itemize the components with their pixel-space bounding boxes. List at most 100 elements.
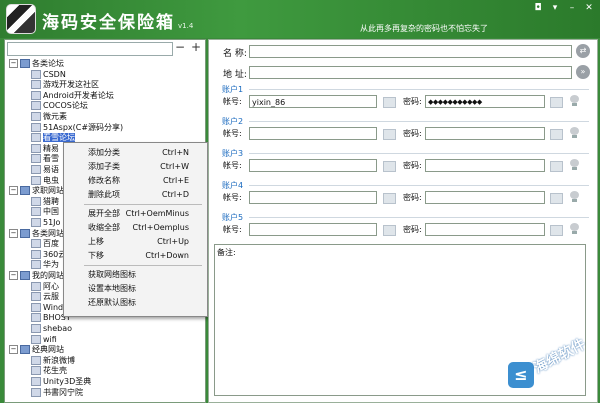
tree-item[interactable]: 云服 — [31, 291, 59, 302]
tree-item[interactable]: Wind — [31, 302, 63, 313]
tree-folder[interactable]: − 各类论坛 — [9, 58, 64, 69]
context-menu-item[interactable]: 获取网络图标 — [64, 268, 207, 281]
account-user-field[interactable] — [249, 159, 377, 172]
site-icon — [31, 207, 41, 217]
tree-item[interactable]: CSDN — [31, 69, 66, 80]
account-pass-label: 密码: — [403, 97, 422, 106]
copy-pass-icon[interactable] — [550, 225, 563, 236]
account-divider — [249, 185, 589, 186]
close-icon[interactable]: ✕ — [584, 3, 594, 13]
tree-item[interactable]: Unity3D圣典 — [31, 376, 91, 387]
account-user-field[interactable] — [249, 127, 377, 140]
menu-icon[interactable]: ▾ — [550, 3, 560, 13]
account-pass-field[interactable] — [425, 223, 545, 236]
folder-icon — [20, 228, 30, 238]
expand-toggle-icon[interactable]: − — [9, 345, 18, 355]
expand-toggle-icon[interactable]: − — [9, 228, 18, 238]
app-logo — [6, 4, 36, 34]
url-field[interactable] — [249, 66, 572, 79]
search-input[interactable] — [7, 42, 173, 56]
tree-item[interactable]: 精易 — [31, 143, 59, 154]
tree-item[interactable]: 易语 — [31, 164, 59, 175]
context-menu-item[interactable]: 收缩全部 Ctrl+Oemplus — [64, 221, 207, 234]
reveal-password-icon[interactable] — [570, 191, 579, 202]
reveal-password-icon[interactable] — [570, 223, 579, 234]
context-menu-item[interactable]: 展开全部 Ctrl+OemMinus — [64, 207, 207, 220]
copy-user-icon[interactable] — [383, 193, 396, 204]
tree-item[interactable]: 中国 — [31, 206, 59, 217]
tree-item[interactable]: COCOS论坛 — [31, 100, 88, 111]
tree-item[interactable]: 猎聘 — [31, 196, 59, 207]
go-icon[interactable]: » — [576, 65, 590, 79]
context-menu-item[interactable]: 设置本地图标 — [64, 282, 207, 295]
tree-item[interactable]: 阿心 — [31, 281, 59, 292]
minimize-icon[interactable]: – — [567, 3, 577, 13]
tree-folder[interactable]: − 求职网站 — [9, 185, 64, 196]
tree-label: 新浪微博 — [43, 355, 75, 365]
expand-toggle-icon[interactable]: − — [9, 59, 18, 68]
tree-item[interactable]: 360云 — [31, 249, 66, 260]
copy-pass-icon[interactable] — [550, 129, 563, 140]
context-menu-item[interactable]: 删除此项 Ctrl+D — [64, 188, 207, 201]
remove-button[interactable]: − — [175, 40, 185, 54]
tree-item[interactable]: 新浪微博 — [31, 355, 75, 366]
reveal-password-icon[interactable] — [570, 95, 579, 106]
tree-folder[interactable]: − 我的网站 — [9, 270, 64, 281]
context-menu-item[interactable]: 下移 Ctrl+Down — [64, 249, 207, 262]
context-menu-item[interactable]: 添加分类 Ctrl+N — [64, 146, 207, 159]
site-icon — [31, 143, 41, 153]
menu-item-label: 删除此项 — [88, 190, 120, 199]
tree-item[interactable]: 51Aspx(C#源码分享) — [31, 122, 123, 133]
account-pass-field[interactable]: ◆◆◆◆◆◆◆◆◆◆◆ — [425, 95, 545, 108]
account-title: 账户4 — [222, 181, 244, 190]
copy-user-icon[interactable] — [383, 129, 396, 140]
expand-toggle-icon[interactable]: − — [9, 186, 18, 196]
skin-icon[interactable]: ◘ — [533, 3, 543, 13]
site-icon — [31, 80, 41, 90]
watermark-logo: ≤ — [508, 362, 534, 388]
copy-pass-icon[interactable] — [550, 193, 563, 204]
name-field[interactable] — [249, 45, 572, 58]
tree-label: CSDN — [43, 69, 66, 79]
account-user-field[interactable]: yixin_86 — [249, 95, 377, 108]
tree-item[interactable]: 花生壳 — [31, 365, 67, 376]
account-pass-field[interactable] — [425, 191, 545, 204]
copy-user-icon[interactable] — [383, 161, 396, 172]
shuffle-icon[interactable]: ⇄ — [576, 44, 590, 58]
tree-item[interactable]: Android开发者论坛 — [31, 90, 114, 101]
account-title: 账户1 — [222, 85, 244, 94]
tree-item[interactable]: shebao — [31, 323, 72, 334]
tree-label: Android开发者论坛 — [43, 90, 114, 100]
account-user-field[interactable] — [249, 191, 377, 204]
account-user-field[interactable] — [249, 223, 377, 236]
reveal-password-icon[interactable] — [570, 159, 579, 170]
copy-pass-icon[interactable] — [550, 161, 563, 172]
tree-item[interactable]: 百度 — [31, 238, 59, 249]
account-user-label: 帐号: — [223, 129, 242, 138]
reveal-password-icon[interactable] — [570, 127, 579, 138]
context-menu-item[interactable]: 还原默认图标 — [64, 296, 207, 309]
context-menu-item[interactable]: 添加子类 Ctrl+W — [64, 160, 207, 173]
copy-user-icon[interactable] — [383, 97, 396, 108]
menu-item-label: 下移 — [88, 251, 104, 260]
tree-item[interactable]: 游戏开发这社区 — [31, 79, 99, 90]
tree-folder[interactable]: − 各类网站 — [9, 228, 64, 239]
menu-item-shortcut: Ctrl+Oemplus — [132, 223, 190, 232]
context-menu-item[interactable]: 上移 Ctrl+Up — [64, 235, 207, 248]
tree-folder[interactable]: − 经典网站 — [9, 344, 64, 355]
copy-user-icon[interactable] — [383, 225, 396, 236]
tree-item[interactable]: 华为 — [31, 259, 59, 270]
tree-item[interactable]: wifi — [31, 334, 57, 345]
tree-item[interactable]: 电虫 — [31, 175, 59, 186]
copy-pass-icon[interactable] — [550, 97, 563, 108]
account-pass-field[interactable] — [425, 159, 545, 172]
account-pass-field[interactable] — [425, 127, 545, 140]
tree-item[interactable]: 书書冈宁院 — [31, 387, 83, 398]
tree-item[interactable]: 微元素 — [31, 111, 67, 122]
tree-item[interactable]: 看雪 — [31, 153, 59, 164]
tree-item[interactable]: 51Jo — [31, 217, 60, 228]
menu-item-label: 收缩全部 — [88, 223, 120, 232]
add-button[interactable]: + — [191, 40, 201, 54]
context-menu-item[interactable]: 修改名称 Ctrl+E — [64, 174, 207, 187]
expand-toggle-icon[interactable]: − — [9, 271, 18, 280]
